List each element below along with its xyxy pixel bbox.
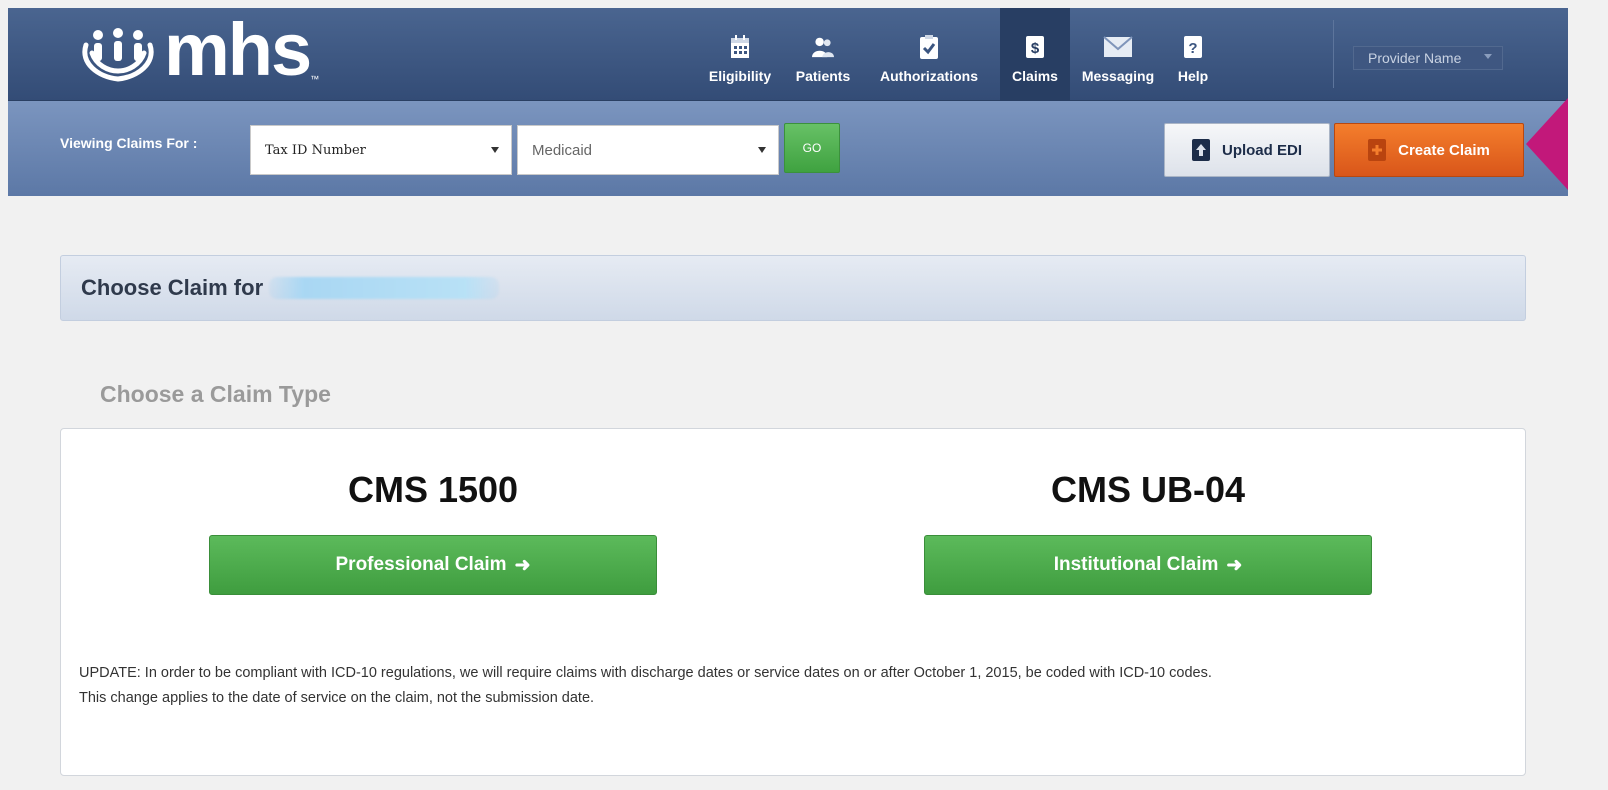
arrow-right-icon: ➜	[1226, 554, 1243, 576]
pointer-arrow-icon	[1526, 98, 1568, 190]
choose-claim-for-label: Choose Claim for	[81, 275, 264, 300]
tax-id-select[interactable]: Tax ID Number	[250, 125, 512, 175]
go-button[interactable]: GO	[784, 123, 840, 173]
upload-document-icon	[1191, 139, 1210, 161]
nav-messaging[interactable]: Messaging	[1070, 8, 1166, 101]
tax-id-value: Tax ID Number	[265, 142, 366, 158]
upload-edi-button[interactable]: Upload EDI	[1164, 123, 1330, 177]
professional-claim-button[interactable]: Professional Claim ➜	[209, 535, 657, 595]
dollar-document-icon: $	[1024, 34, 1046, 60]
claim-type-panel: CMS 1500 Professional Claim ➜ CMS UB-04 …	[60, 428, 1526, 776]
nav-label: Messaging	[1081, 68, 1155, 84]
nav-claims[interactable]: $ Claims	[1000, 8, 1070, 101]
note-line: UPDATE: In order to be compliant with IC…	[79, 665, 1212, 681]
professional-claim-label: Professional Claim	[335, 554, 507, 575]
nav-label: Claims	[1012, 68, 1058, 84]
trademark-mark: ™	[310, 74, 320, 84]
logo-text: mhs	[164, 7, 312, 91]
envelope-icon	[1103, 34, 1133, 60]
claim-type-title: Choose a Claim Type	[100, 381, 331, 407]
question-document-icon: ?	[1182, 34, 1204, 60]
mhs-logo[interactable]: mhs ™	[78, 8, 320, 94]
nav-help[interactable]: ? Help	[1166, 8, 1220, 101]
plan-select[interactable]: Medicaid	[517, 125, 779, 175]
svg-text:?: ?	[1188, 40, 1197, 57]
new-document-icon	[1368, 139, 1387, 161]
nav-label: Help	[1177, 68, 1209, 84]
calendar-icon	[729, 34, 751, 60]
claims-filter-bar: Viewing Claims For : Tax ID Number Medic…	[8, 101, 1568, 196]
create-claim-label: Create Claim	[1398, 141, 1490, 159]
nav-label: Authorizations	[880, 68, 978, 84]
provider-name: Provider Name	[1368, 50, 1462, 66]
choose-claim-header: Choose Claim for	[60, 255, 1526, 321]
cms-ub04-title: CMS UB-04	[1050, 469, 1246, 510]
svg-text:$: $	[1031, 40, 1040, 57]
chevron-down-icon	[758, 147, 766, 153]
top-nav-bar: mhs ™ Eligibility Patients Authorization…	[8, 8, 1568, 101]
provider-dropdown[interactable]: Provider Name	[1353, 46, 1503, 70]
nav-patients[interactable]: Patients	[788, 8, 858, 101]
upload-edi-label: Upload EDI	[1221, 141, 1302, 159]
chevron-down-icon	[1484, 54, 1492, 59]
people-icon	[812, 34, 834, 60]
redacted-provider	[269, 277, 500, 299]
nav-label: Patients	[795, 68, 851, 84]
institutional-claim-button[interactable]: Institutional Claim ➜	[924, 535, 1372, 595]
icd10-update-note: UPDATE: In order to be compliant with IC…	[79, 661, 1509, 711]
family-logo-icon	[82, 28, 154, 82]
chevron-down-icon	[491, 147, 499, 153]
main-nav: Eligibility Patients Authorizations $ Cl…	[692, 8, 1220, 101]
nav-authorizations[interactable]: Authorizations	[858, 8, 1000, 101]
nav-eligibility[interactable]: Eligibility	[692, 8, 788, 101]
institutional-claim-label: Institutional Claim	[1053, 554, 1219, 575]
note-line: This change applies to the date of servi…	[79, 690, 595, 706]
cms-1500-title: CMS 1500	[347, 469, 519, 510]
viewing-claims-label: Viewing Claims For :	[60, 135, 198, 151]
arrow-right-icon: ➜	[514, 554, 531, 576]
nav-divider	[1333, 20, 1334, 88]
plan-value: Medicaid	[532, 141, 593, 159]
clipboard-check-icon	[918, 34, 940, 60]
create-claim-button[interactable]: Create Claim	[1334, 123, 1524, 177]
nav-label: Eligibility	[708, 68, 772, 84]
